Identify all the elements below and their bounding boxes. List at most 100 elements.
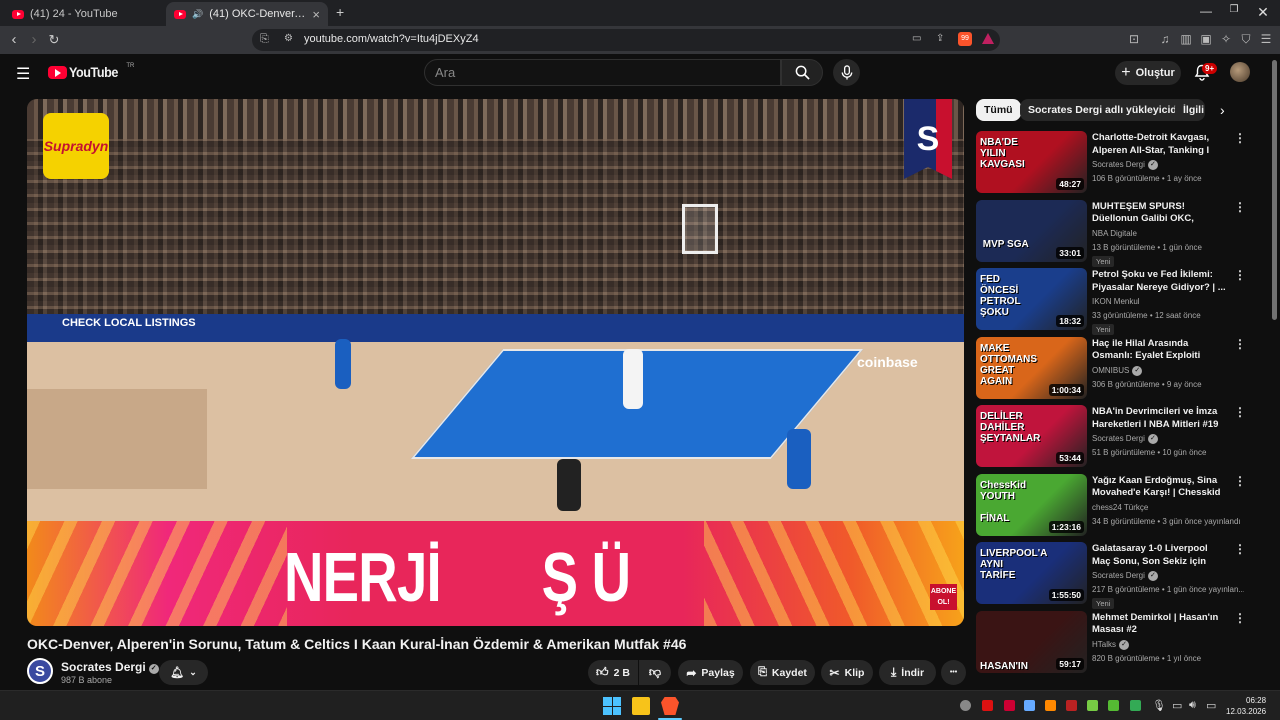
browser-tab-active[interactable]: 🔊 (41) OKC-Denver, Alperen'in S ×: [166, 2, 328, 26]
vpn-shield-icon[interactable]: ⛉: [1238, 31, 1254, 47]
video-thumbnail[interactable]: DELİLER DAHİLER ŞEYTANLAR 53:44: [976, 405, 1087, 467]
wallet-icon[interactable]: ▣: [1198, 31, 1214, 47]
voice-search-button[interactable]: [833, 59, 860, 86]
share-button[interactable]: ➦ Paylaş: [678, 660, 743, 685]
tray-app-icon[interactable]: [1066, 700, 1077, 711]
channel-avatar[interactable]: S: [27, 658, 53, 684]
download-button[interactable]: ⤓ İndir: [879, 660, 936, 685]
recommendation-channel[interactable]: HTalks ✓: [1092, 639, 1130, 650]
battery-icon[interactable]: ▭: [1206, 699, 1216, 712]
brave-browser-icon[interactable]: [661, 697, 679, 715]
more-options-icon[interactable]: ⋮: [1234, 542, 1246, 556]
video-thumbnail[interactable]: LIVERPOOL'A AYNI TARİFE 1:55:50: [976, 542, 1087, 604]
recommendation-channel[interactable]: chess24 Türkçe: [1092, 503, 1148, 512]
more-options-icon[interactable]: ⋮: [1234, 405, 1246, 419]
recommendation-title[interactable]: Petrol Şoku ve Fed İkilemi: Piyasalar Ne…: [1092, 269, 1226, 295]
recommendation-title[interactable]: Mehmet Demirkol | Hasan'ın Masası #2: [1092, 612, 1226, 638]
more-options-icon[interactable]: ⋮: [1234, 268, 1246, 282]
site-info-icon[interactable]: ⚙: [284, 33, 293, 44]
tray-app-icon[interactable]: [982, 700, 993, 711]
recommendation-title[interactable]: Haç ile Hilal Arasında Osmanlı: Eyalet E…: [1092, 338, 1226, 364]
file-explorer-icon[interactable]: [632, 697, 650, 715]
minimize-icon[interactable]: —: [1192, 4, 1220, 22]
recommendation-channel[interactable]: NBA Digitale: [1092, 229, 1137, 238]
close-tab-icon[interactable]: ×: [312, 7, 320, 22]
recommendation-title[interactable]: MUHTEŞEM SPURS! Düellonun Galibi OKC, Al…: [1092, 201, 1226, 227]
recommendation-item[interactable]: NBA'DE YILIN KAVGASI 48:27 Charlotte-Detro…: [976, 131, 1266, 195]
brave-shields-icon[interactable]: 99: [958, 32, 972, 46]
reload-icon[interactable]: ↻: [44, 30, 64, 50]
chevron-right-icon[interactable]: ›: [1220, 102, 1225, 118]
recommendation-item[interactable]: LIVERPOOL'A AYNI TARİFE 1:55:50 Galatasara…: [976, 542, 1266, 609]
recommendation-item[interactable]: DELİLER DAHİLER ŞEYTANLAR 53:44 NBA'in Dev…: [976, 405, 1266, 469]
url-text[interactable]: youtube.com/watch?v=Itu4jDEXyZ4: [304, 33, 479, 45]
forward-icon[interactable]: ›: [24, 30, 44, 50]
channel-name[interactable]: Socrates Dergi ✓: [61, 660, 159, 674]
tray-app-icon[interactable]: [1108, 700, 1119, 711]
chip-from-uploader[interactable]: Socrates Dergi adlı yükleyiciden: [1020, 99, 1198, 121]
new-tab-button[interactable]: +: [336, 4, 344, 20]
cast-icon[interactable]: ▭: [912, 33, 921, 44]
recommendation-channel[interactable]: IKON Menkul: [1092, 297, 1140, 306]
address-bar[interactable]: ⎘ ⚙ youtube.com/watch?v=Itu4jDEXyZ4 ▭ ⇪ …: [252, 29, 1000, 51]
recommendation-title[interactable]: Charlotte-Detroit Kavgası, Alperen All-S…: [1092, 132, 1226, 158]
video-thumbnail[interactable]: HASAN'IN 59:17: [976, 610, 1087, 673]
video-thumbnail[interactable]: FED ÖNCESİ PETROL ŞOKU 18:32: [976, 268, 1087, 330]
start-icon[interactable]: [603, 697, 621, 715]
close-window-icon[interactable]: ✕: [1249, 4, 1277, 22]
screenshot-icon[interactable]: ⊡: [1126, 31, 1142, 47]
tray-app-icon[interactable]: [1087, 700, 1098, 711]
microphone-icon[interactable]: 🎙︎: [1152, 699, 1166, 712]
dislike-button[interactable]: 👎︎: [639, 660, 671, 685]
recommendation-item[interactable]: FED ÖNCESİ PETROL ŞOKU 18:32 Petrol Şoku v…: [976, 268, 1266, 335]
share-page-icon[interactable]: ⇪: [936, 33, 944, 44]
system-clock[interactable]: 06:28 12.03.2026: [1226, 695, 1266, 717]
account-avatar[interactable]: [1230, 62, 1250, 82]
save-button[interactable]: ⎘ Kaydet: [750, 660, 815, 685]
display-icon[interactable]: ▭: [1172, 699, 1182, 712]
youtube-logo[interactable]: YouTube TR: [48, 63, 134, 80]
more-options-icon[interactable]: ⋮: [1234, 611, 1246, 625]
video-thumbnail[interactable]: MVP SGA 33:01: [976, 199, 1087, 262]
more-options-icon[interactable]: ⋮: [1234, 131, 1246, 145]
recommendation-item[interactable]: MVP SGA 33:01 MUHTEŞEM SPURS! Düellonun Ga…: [976, 199, 1266, 267]
notification-settings-button[interactable]: 🔔︎ ⌄: [159, 660, 208, 685]
tray-app-icon[interactable]: [1130, 700, 1141, 711]
tray-app-icon[interactable]: [1004, 700, 1015, 711]
video-player[interactable]: CHECK LOCAL LISTINGS coinbase Supradyn S…: [27, 99, 964, 626]
recommendation-item[interactable]: MAKE OTTOMANS GREAT AGAIN 1:00:34 Haç ile …: [976, 336, 1266, 401]
video-thumbnail[interactable]: MAKE OTTOMANS GREAT AGAIN 1:00:34: [976, 336, 1087, 399]
tray-app-icon[interactable]: [1045, 700, 1056, 711]
like-button[interactable]: 👍︎ 2 B: [588, 660, 638, 685]
brave-rewards-icon[interactable]: [982, 33, 994, 44]
chip-all[interactable]: Tümü: [976, 99, 1021, 121]
volume-icon[interactable]: 🔊︎: [1189, 699, 1196, 712]
more-actions-button[interactable]: •••: [941, 660, 966, 685]
music-icon[interactable]: ♫: [1157, 31, 1173, 47]
browser-tab[interactable]: (41) 24 - YouTube: [4, 2, 162, 26]
recommendation-channel[interactable]: Socrates Dergi ✓: [1092, 434, 1158, 444]
recommendation-channel[interactable]: Socrates Dergi ✓: [1092, 160, 1158, 170]
recommendation-title[interactable]: Galatasaray 1-0 Liverpool Maç Sonu, Son …: [1092, 543, 1226, 569]
recommendation-item[interactable]: ChessKid YOUTH FİNAL 1:23:16 Yağız Kaan Er…: [976, 473, 1266, 538]
recommendation-channel[interactable]: OMNIBUS ✓: [1092, 365, 1143, 376]
tray-app-icon[interactable]: [960, 700, 971, 711]
video-thumbnail[interactable]: NBA'DE YILIN KAVGASI 48:27: [976, 131, 1087, 193]
more-options-icon[interactable]: ⋮: [1234, 337, 1246, 351]
hamburger-menu-icon[interactable]: ☰: [16, 64, 30, 84]
recommendation-item[interactable]: HASAN'IN 59:17 Mehmet Demirkol | Hasan'ın …: [976, 610, 1266, 675]
more-options-icon[interactable]: ⋮: [1234, 474, 1246, 488]
back-icon[interactable]: ‹: [4, 30, 24, 50]
menu-icon[interactable]: ☰: [1258, 31, 1274, 47]
leo-ai-icon[interactable]: ✧: [1218, 31, 1234, 47]
video-thumbnail[interactable]: ChessKid YOUTH FİNAL 1:23:16: [976, 473, 1087, 536]
bookmark-icon[interactable]: ⎘: [260, 33, 269, 46]
recommendation-channel[interactable]: Socrates Dergi ✓: [1092, 571, 1158, 581]
restore-icon[interactable]: ❐: [1220, 4, 1248, 22]
more-options-icon[interactable]: ⋮: [1234, 200, 1246, 214]
search-button[interactable]: [781, 59, 823, 86]
clip-button[interactable]: ✂ Klip: [821, 660, 873, 685]
scrollbar[interactable]: [1272, 60, 1277, 320]
sidebar-icon[interactable]: ▥: [1178, 31, 1194, 47]
recommendation-title[interactable]: NBA'in Devrimcileri ve İmza Hareketleri …: [1092, 406, 1226, 432]
